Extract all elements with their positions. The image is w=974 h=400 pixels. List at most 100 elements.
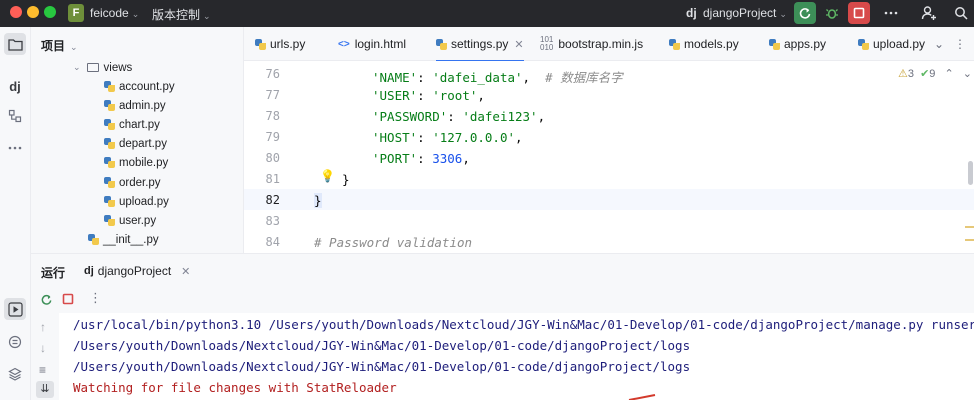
python-file-icon: [104, 177, 115, 188]
tree-file[interactable]: admin.py: [104, 96, 166, 115]
inspection-widget[interactable]: ⚠3 ✔9 ⌃ ⌄: [898, 67, 972, 80]
tab-urls[interactable]: urls.py: [255, 27, 305, 61]
window-zoom-button[interactable]: [44, 6, 56, 18]
arrow-up-icon[interactable]: ↑: [40, 320, 46, 334]
run-panel-header: 运行 dj djangoProject ✕: [31, 253, 974, 287]
scroll-to-end-icon: ⇊: [40, 383, 50, 395]
debug-button[interactable]: [821, 2, 843, 24]
lightbulb-icon[interactable]: 💡: [320, 169, 335, 183]
tree-item-label: mobile.py: [119, 156, 169, 169]
vcs-label: 版本控制: [152, 8, 201, 22]
code-editor[interactable]: 76 77 78 79 80 81 82 83 84 💡 'NAME': 'da…: [244, 61, 974, 253]
window-close-button[interactable]: [10, 6, 22, 18]
more-actions-button[interactable]: [880, 2, 902, 24]
ide-window: F feicode⌄ 版本控制⌄ dj djangoProject⌄ dj: [0, 0, 974, 400]
console-line: Watching for file changes with StatReloa…: [73, 380, 397, 395]
folder-icon: [86, 63, 99, 72]
run-tab-djangoproject[interactable]: dj djangoProject ✕: [84, 264, 190, 278]
scroll-to-end-button[interactable]: ⇊: [36, 381, 54, 398]
scroll-marker: [965, 239, 974, 241]
structure-icon: [8, 109, 22, 123]
structure-tool-button[interactable]: [4, 105, 26, 127]
python-file-icon: [104, 81, 115, 92]
tree-file[interactable]: __init__.py: [88, 230, 159, 249]
more-tools-button[interactable]: [4, 137, 26, 159]
line-number: 81: [265, 172, 280, 186]
line-number: 84: [265, 235, 280, 249]
project-name: feicode: [90, 6, 129, 20]
tree-file[interactable]: account.py: [104, 77, 175, 96]
tree-file[interactable]: upload.py: [104, 192, 169, 211]
soft-wrap-icon[interactable]: ≡: [39, 363, 46, 377]
close-icon[interactable]: ✕: [514, 38, 523, 51]
django-icon: dj: [84, 265, 94, 277]
editor-scrollbar-thumb[interactable]: [968, 161, 973, 185]
vcs-menu[interactable]: 版本控制 ⌄: [152, 6, 211, 23]
project-tool-button[interactable]: [4, 33, 26, 55]
tabs-more-button[interactable]: ⋮: [954, 27, 966, 61]
run-tab-label: djangoProject: [97, 264, 172, 278]
run-config-name: djangoProject: [703, 6, 777, 20]
tree-item-label: __init__.py: [103, 233, 159, 246]
tab-settings[interactable]: settings.py ✕: [436, 27, 524, 62]
warning-count: 3: [907, 68, 914, 80]
tab-models[interactable]: models.py: [669, 27, 739, 61]
stop-button[interactable]: [62, 293, 74, 308]
html-file-icon: <>: [338, 38, 350, 50]
rerun-button[interactable]: [40, 293, 53, 309]
current-line-highlight: [244, 189, 974, 210]
arrow-down-icon[interactable]: ↓: [40, 341, 46, 355]
arrow-annotation-icon: [628, 394, 656, 400]
tab-bootstrap[interactable]: 101 010 bootstrap.min.js: [540, 27, 643, 61]
close-icon[interactable]: ✕: [181, 265, 190, 278]
tree-file[interactable]: order.py: [104, 173, 161, 192]
code-value: 'dafei123': [462, 109, 538, 124]
chevron-up-icon[interactable]: ⌃: [944, 68, 953, 80]
search-button[interactable]: [950, 2, 972, 24]
line-number: 80: [265, 151, 280, 165]
tree-file[interactable]: depart.py: [104, 134, 167, 153]
tree-item-label: user.py: [119, 214, 157, 227]
tab-apps[interactable]: apps.py: [769, 27, 826, 61]
project-panel-header[interactable]: 项目 ⌄: [41, 37, 78, 54]
python-packages-button[interactable]: [4, 331, 26, 353]
tree-file[interactable]: chart.py: [104, 115, 160, 134]
tab-login[interactable]: <> login.html: [338, 27, 406, 61]
run-config-selector[interactable]: djangoProject ⌄: [703, 6, 787, 20]
tree-item-label: account.py: [119, 80, 175, 93]
python-console-icon: [8, 335, 22, 349]
window-minimize-button[interactable]: [27, 6, 39, 18]
stop-button[interactable]: [848, 2, 870, 24]
tree-file[interactable]: mobile.py: [104, 153, 168, 172]
more-vertical-icon[interactable]: ⋮: [89, 290, 102, 306]
tree-file[interactable]: user.py: [104, 211, 156, 230]
bug-icon: [826, 9, 838, 19]
console-side-toolbar: ↑ ↓ ≡ ⇊: [31, 313, 59, 400]
run-tool-button[interactable]: [4, 298, 26, 320]
django-structure-icon[interactable]: dj: [4, 75, 26, 97]
line-number: 79: [265, 130, 280, 144]
project-switcher[interactable]: feicode ⌄: [90, 6, 139, 20]
tabs-overflow-button[interactable]: ⌄: [934, 27, 944, 61]
stop-icon: [62, 293, 74, 305]
add-user-button[interactable]: [918, 2, 940, 24]
rerun-icon: [799, 8, 811, 19]
tab-label: bootstrap.min.js: [558, 37, 644, 51]
run-console[interactable]: /usr/local/bin/python3.10 /Users/youth/D…: [31, 313, 974, 400]
tree-folder-views[interactable]: ⌄ views: [73, 58, 132, 77]
tab-label: apps.py: [784, 37, 827, 51]
code-value: 'root': [432, 88, 478, 103]
python-file-icon: [104, 157, 115, 168]
rerun-button[interactable]: [794, 2, 816, 24]
warning-icon: ⚠: [898, 68, 908, 80]
tab-upload[interactable]: upload.py: [858, 27, 925, 61]
chevron-down-icon: ⌄: [73, 62, 81, 72]
layers-tool-button[interactable]: [4, 363, 26, 385]
add-user-icon: [921, 6, 936, 20]
run-icon: [7, 301, 23, 317]
tree-item-label: depart.py: [119, 137, 167, 150]
chevron-down-icon[interactable]: ⌄: [963, 68, 972, 80]
tree-item-label: admin.py: [119, 99, 166, 112]
python-file-icon: [104, 138, 115, 149]
project-panel-title: 项目: [41, 39, 66, 53]
